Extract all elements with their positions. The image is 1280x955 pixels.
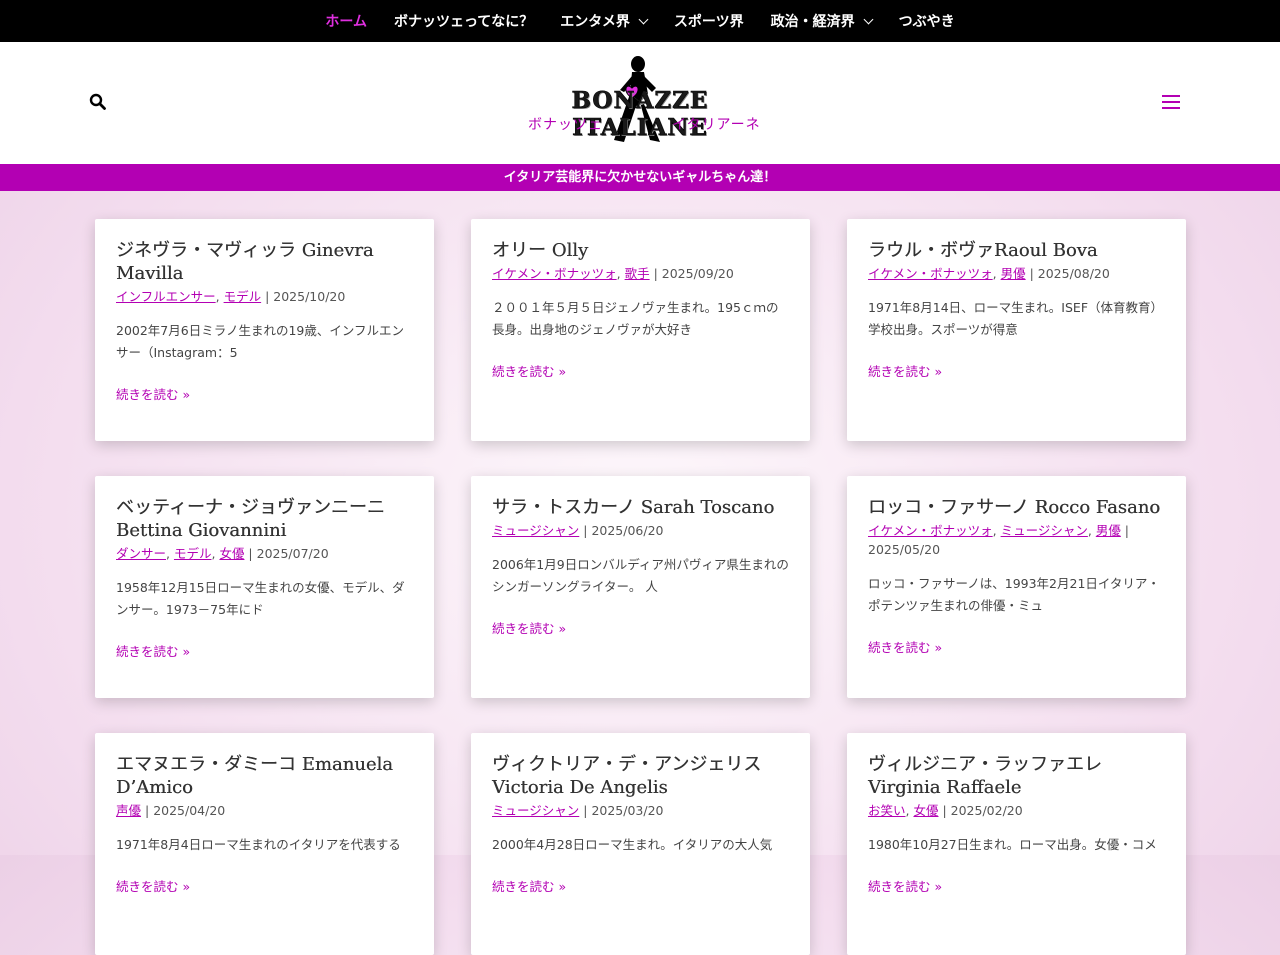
post-meta: ダンサー, モデル, 女優 | 2025/07/20 [116, 546, 329, 561]
logo-subtitle-right: イタリアーネ [672, 117, 761, 133]
post-excerpt: 1971年8月4日ローマ生まれのイタリアを代表する [116, 837, 401, 852]
read-more-link[interactable]: 続きを読む » [868, 876, 1165, 895]
category-link[interactable]: 男優 [1096, 523, 1121, 538]
post-card: ベッティーナ・ジョヴァンニーニ Bettina Giovannini ダンサー, … [95, 476, 434, 698]
post-meta: お笑い, 女優 | 2025/02/20 [868, 803, 1023, 818]
category-link[interactable]: インフルエンサー [116, 289, 216, 304]
post-meta: 声優 | 2025/04/20 [116, 803, 226, 818]
post-title[interactable]: オリー Olly [492, 239, 789, 262]
post-title[interactable]: エマヌエラ・ダミーコ Emanuela D’Amico [116, 753, 413, 799]
top-navigation: ホーム ボナッツェってなに？ エンタメ界 スポーツ界 政治・経済界 つぶやき [0, 0, 1280, 42]
post-meta: ミュージシャン | 2025/03/20 [492, 803, 664, 818]
post-card: ラウル・ボヴァRaoul Bova イケメン・ボナッツォ, 男優 | 2025/0… [847, 219, 1186, 441]
nav-item-label: ホーム [325, 14, 367, 30]
post-date: 2025/06/20 [591, 523, 664, 538]
post-meta: イケメン・ボナッツォ, ミュージシャン, 男優 | 2025/05/20 [868, 523, 1130, 557]
post-excerpt: 1980年10月27日生まれ。ローマ出身。女優・コメ [868, 837, 1157, 852]
category-link[interactable]: ミュージシャン [492, 803, 579, 818]
category-link[interactable]: 女優 [219, 546, 244, 561]
post-card: ジネヴラ・マヴィッラ Ginevra Mavilla インフルエンサー, モデル … [95, 219, 434, 441]
read-more-link[interactable]: 続きを読む » [116, 384, 413, 403]
post-excerpt: 1958年12月15日ローマ生まれの女優、モデル、ダンサー。1973－75年にド [116, 580, 405, 617]
post-excerpt: 1971年8月14日、ローマ生まれ。ISEF（体育教育）学校出身。スポーツが得意 [868, 300, 1164, 337]
nav-item-label: ボナッツェってなに？ [393, 14, 534, 30]
post-title[interactable]: ジネヴラ・マヴィッラ Ginevra Mavilla [116, 239, 413, 285]
post-date: 2025/08/20 [1037, 266, 1110, 281]
post-date: 2025/03/20 [591, 803, 664, 818]
category-link[interactable]: 歌手 [625, 266, 650, 281]
category-link[interactable]: 声優 [116, 803, 141, 818]
site-header: BONAZZE ITALIANE ボナッツェ イタリアーネ [0, 42, 1280, 164]
search-icon[interactable] [89, 93, 107, 111]
read-more-link[interactable]: 続きを読む » [492, 618, 789, 637]
category-link[interactable]: イケメン・ボナッツォ [868, 266, 993, 281]
nav-list: ホーム ボナッツェってなに？ エンタメ界 スポーツ界 政治・経済界 つぶやき [325, 11, 954, 31]
hamburger-menu-icon[interactable] [1162, 95, 1180, 109]
category-link[interactable]: ミュージシャン [1001, 523, 1088, 538]
nav-item-5[interactable]: つぶやき [899, 11, 955, 31]
post-date: 2025/05/20 [868, 542, 941, 557]
post-title[interactable]: ロッコ・ファサーノ Rocco Fasano [868, 496, 1165, 519]
post-card: ヴィルジニア・ラッファエレ Virginia Raffaele お笑い, 女優 |… [847, 733, 1186, 955]
post-date: 2025/09/20 [661, 266, 734, 281]
post-title[interactable]: ベッティーナ・ジョヴァンニーニ Bettina Giovannini [116, 496, 413, 542]
category-link[interactable]: 男優 [1001, 266, 1026, 281]
post-title[interactable]: ヴィルジニア・ラッファエレ Virginia Raffaele [868, 753, 1165, 799]
logo-subtitle-left: ボナッツェ [528, 117, 603, 133]
nav-item-1[interactable]: ボナッツェってなに？ [394, 11, 533, 31]
post-card: オリー Olly イケメン・ボナッツォ, 歌手 | 2025/09/20 ２００１年… [471, 219, 810, 441]
read-more-link[interactable]: 続きを読む » [116, 641, 413, 660]
tagline-banner: イタリア芸能界に欠かせないギャルちゃん達！ [0, 164, 1280, 191]
site-logo[interactable]: BONAZZE ITALIANE ボナッツェ イタリアーネ [500, 52, 780, 152]
post-date: 2025/02/20 [950, 803, 1023, 818]
nav-item-label: つぶやき [898, 14, 955, 30]
post-meta: イケメン・ボナッツォ, 歌手 | 2025/09/20 [492, 266, 734, 281]
read-more-link[interactable]: 続きを読む » [868, 637, 1165, 656]
nav-item-label: 政治・経済界 [770, 14, 855, 30]
post-excerpt: 2002年7月6日ミラノ生まれの19歳、インフルエンサー（Instagram：5 [116, 323, 404, 360]
post-meta: ミュージシャン | 2025/06/20 [492, 523, 664, 538]
post-date: 2025/07/20 [256, 546, 329, 561]
post-excerpt: ロッコ・ファサーノは、1993年2月21日イタリア・ポテンツァ生まれの俳優・ミュ [868, 576, 1160, 613]
nav-item-3[interactable]: スポーツ界 [674, 11, 744, 31]
read-more-link[interactable]: 続きを読む » [868, 361, 1165, 380]
nav-item-2[interactable]: エンタメ界 [560, 11, 649, 31]
category-link[interactable]: ダンサー [116, 546, 166, 561]
post-excerpt: 2006年1月9日ロンバルディア州パヴィア県生まれのシンガーソングライター。 人 [492, 557, 789, 594]
category-link[interactable]: モデル [224, 289, 262, 304]
post-title[interactable]: サラ・トスカーノ Sarah Toscano [492, 496, 789, 519]
chevron-down-icon [863, 14, 874, 24]
read-more-link[interactable]: 続きを読む » [492, 361, 789, 380]
chevron-down-icon [638, 14, 649, 24]
post-card: ヴィクトリア・デ・アンジェリス Victoria De Angelis ミュージシ… [471, 733, 810, 955]
nav-item-label: エンタメ界 [560, 14, 630, 30]
post-meta: イケメン・ボナッツォ, 男優 | 2025/08/20 [868, 266, 1110, 281]
read-more-link[interactable]: 続きを読む » [492, 876, 789, 895]
post-card: エマヌエラ・ダミーコ Emanuela D’Amico 声優 | 2025/04/… [95, 733, 434, 955]
category-link[interactable]: モデル [174, 546, 212, 561]
category-link[interactable]: イケメン・ボナッツォ [492, 266, 617, 281]
post-card: サラ・トスカーノ Sarah Toscano ミュージシャン | 2025/06/… [471, 476, 810, 698]
post-meta: インフルエンサー, モデル | 2025/10/20 [116, 289, 346, 304]
post-card: ロッコ・ファサーノ Rocco Fasano イケメン・ボナッツォ, ミュージシャ… [847, 476, 1186, 698]
post-excerpt: ２００１年５月５日ジェノヴァ生まれ。195ｃｍの長身。出身地のジェノヴァが大好き [492, 300, 779, 337]
nav-item-label: スポーツ界 [673, 14, 744, 30]
post-excerpt: 2000年4月28日ローマ生まれ。イタリアの大人気 [492, 837, 773, 852]
nav-item-0[interactable]: ホーム [325, 11, 367, 31]
category-link[interactable]: 女優 [913, 803, 938, 818]
category-link[interactable]: イケメン・ボナッツォ [868, 523, 993, 538]
post-date: 2025/04/20 [153, 803, 226, 818]
category-link[interactable]: ミュージシャン [492, 523, 579, 538]
post-title[interactable]: ヴィクトリア・デ・アンジェリス Victoria De Angelis [492, 753, 789, 799]
nav-item-4[interactable]: 政治・経済界 [770, 11, 874, 31]
category-link[interactable]: お笑い [868, 803, 906, 818]
read-more-link[interactable]: 続きを読む » [116, 876, 413, 895]
post-title[interactable]: ラウル・ボヴァRaoul Bova [868, 239, 1165, 262]
post-date: 2025/10/20 [273, 289, 346, 304]
